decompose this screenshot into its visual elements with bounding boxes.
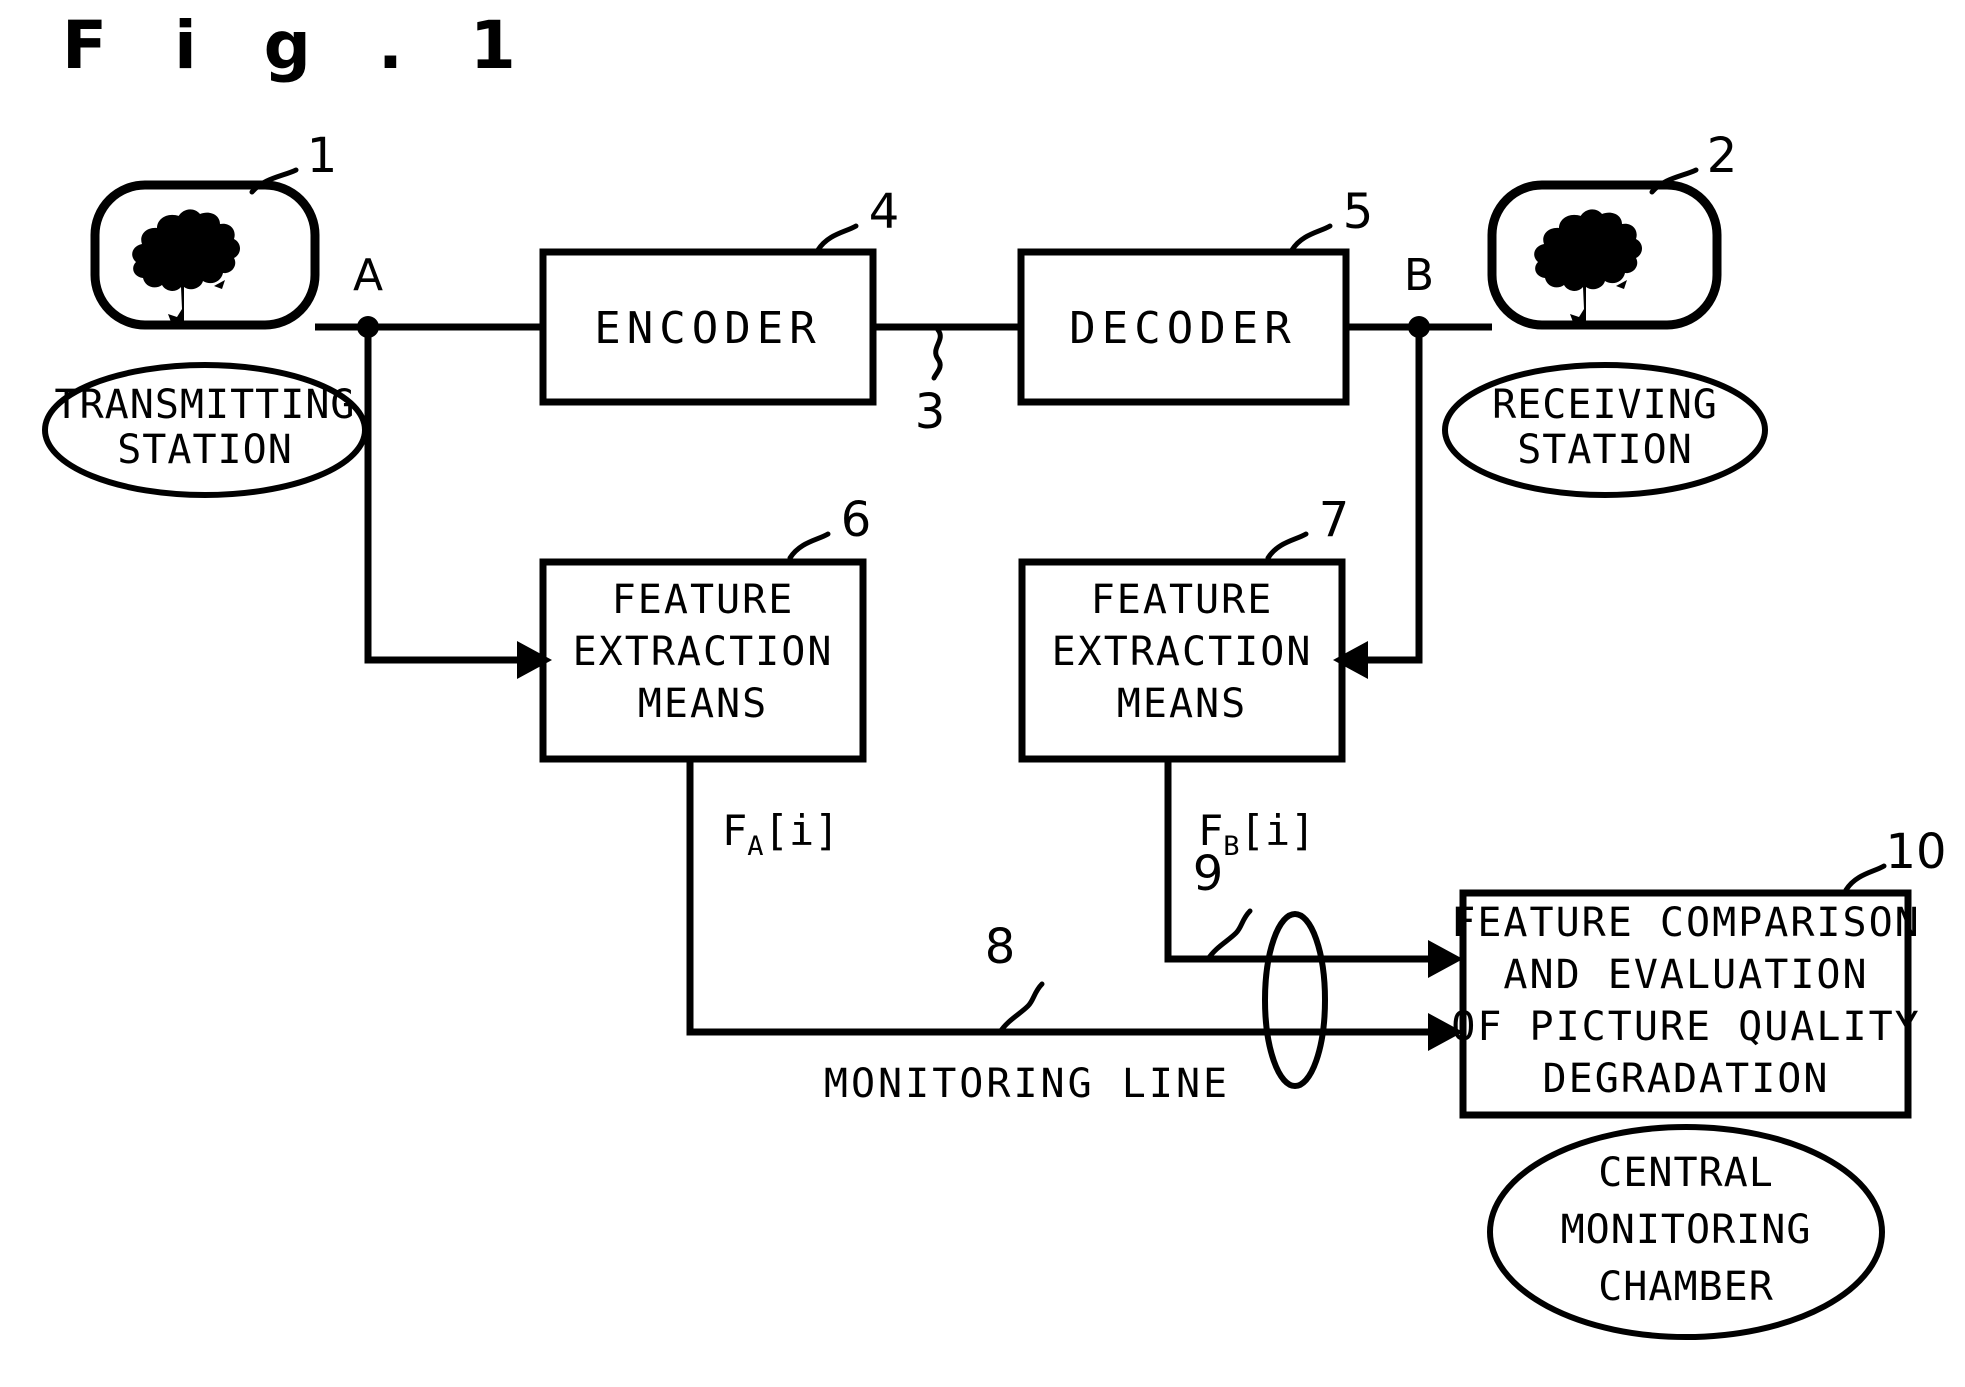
encoder-label: ENCODER — [594, 303, 821, 354]
central-monitoring-caption-line2: MONITORING — [1561, 1207, 1812, 1253]
signal-fa-subscript: A — [747, 831, 763, 862]
point-label-b: B — [1404, 250, 1434, 301]
signal-fa-index: [i] — [764, 806, 840, 855]
feature-extraction-a-line3: MEANS — [638, 681, 768, 727]
ref-number-3: 3 — [915, 384, 946, 440]
signal-fb-subscript: B — [1223, 831, 1239, 862]
signal-label-fa: FA[i] — [722, 806, 839, 862]
feature-extraction-b-line2: EXTRACTION — [1052, 629, 1313, 675]
ref-number-5: 5 — [1343, 184, 1374, 240]
ref-number-6: 6 — [841, 492, 872, 548]
signal-fa-base: F — [722, 806, 747, 855]
decoder-label: DECODER — [1069, 303, 1296, 354]
ref-number-10: 10 — [1885, 824, 1946, 880]
central-monitoring-line3: OF PICTURE QUALITY — [1451, 1004, 1920, 1050]
central-monitoring-line4: DEGRADATION — [1543, 1056, 1830, 1102]
central-monitoring-caption-line1: CENTRAL — [1598, 1150, 1774, 1196]
feature-extraction-a-line1: FEATURE — [612, 577, 795, 623]
central-monitoring-caption-line3: CHAMBER — [1598, 1264, 1774, 1310]
feature-extraction-b-line3: MEANS — [1117, 681, 1247, 727]
ref-number-2: 2 — [1707, 128, 1738, 184]
ref-number-1: 1 — [307, 128, 338, 184]
ref-number-8: 8 — [985, 919, 1016, 975]
ref-number-4: 4 — [869, 184, 900, 240]
receiving-station-caption-line1: RECEIVING — [1492, 382, 1718, 428]
transmitting-station-caption-line1: TRANSMITTING — [55, 382, 356, 428]
monitoring-line-label: MONITORING LINE — [824, 1061, 1230, 1107]
signal-fb-index: [i] — [1240, 806, 1316, 855]
ref-number-7: 7 — [1319, 492, 1350, 548]
receiving-station-caption-line2: STATION — [1517, 427, 1693, 473]
feature-extraction-a-line2: EXTRACTION — [573, 629, 834, 675]
patent-figure-1: F i g . 1 1 TRANSMITTING STATION ENCODER… — [0, 0, 1965, 1387]
central-monitoring-line1: FEATURE COMPARISON — [1451, 900, 1920, 946]
feature-extraction-b-line1: FEATURE — [1091, 577, 1274, 623]
figure-title: F i g . 1 — [62, 7, 538, 84]
central-monitoring-line2: AND EVALUATION — [1503, 952, 1868, 998]
point-label-a: A — [353, 250, 383, 301]
transmitting-station-caption-line2: STATION — [117, 427, 293, 473]
ref-number-9: 9 — [1193, 846, 1224, 902]
